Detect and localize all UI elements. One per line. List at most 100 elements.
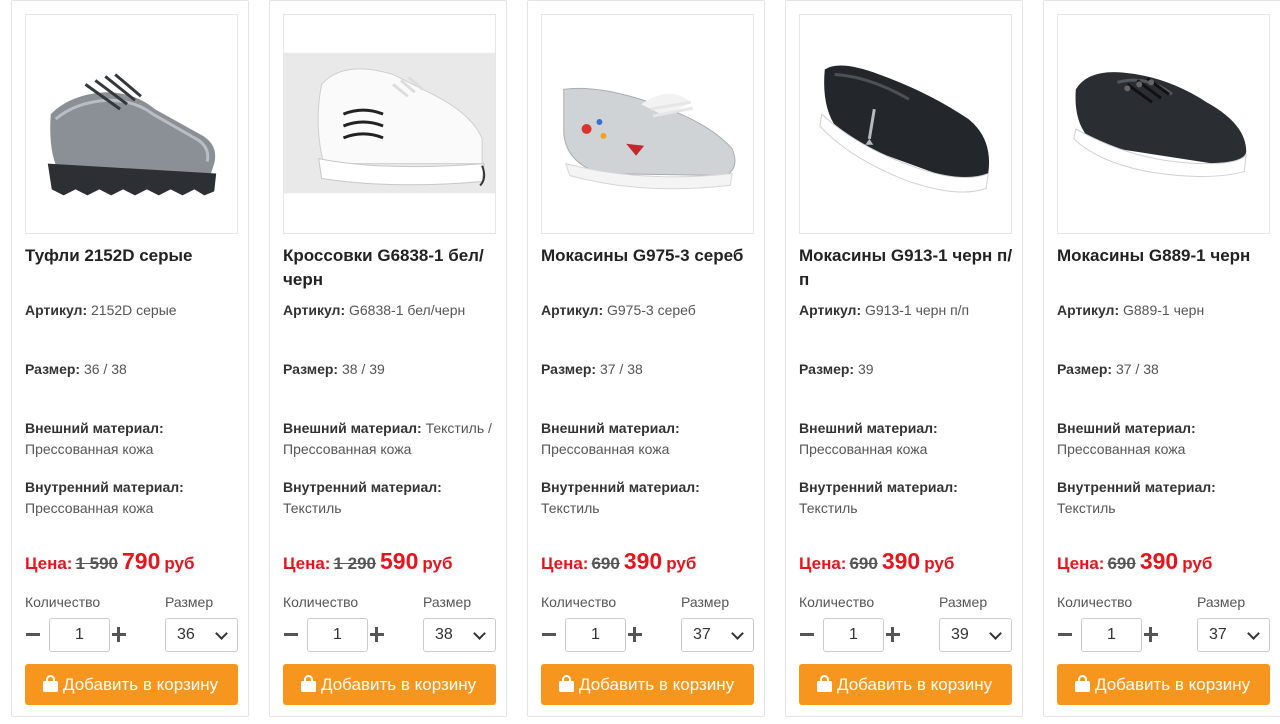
size-label: Размер: <box>283 361 339 377</box>
outer-material-label: Внешний материал: <box>283 420 422 436</box>
article-row: Артикул: G975-3 сереб <box>541 300 757 321</box>
inner-material-row: Внутренний материал: Текстиль <box>283 477 499 519</box>
product-image-link[interactable] <box>799 14 1012 234</box>
quantity-label: Количество <box>1057 594 1133 610</box>
inner-material-value: Текстиль <box>283 500 342 516</box>
size-label: Размер: <box>541 361 597 377</box>
new-price: 590 <box>380 548 419 574</box>
size-select[interactable]: 39 <box>939 618 1012 652</box>
decrease-quantity-button[interactable] <box>1057 621 1073 647</box>
size-row: Размер: 39 <box>799 359 1015 380</box>
old-price: 690 <box>1107 554 1136 573</box>
size-select-value: 38 <box>435 626 453 643</box>
product-title[interactable]: Кроссовки G6838-1 бел/черн <box>283 244 498 292</box>
currency: руб <box>422 554 453 573</box>
shopping-bag-icon <box>1075 675 1090 692</box>
quantity-input[interactable]: 1 <box>1081 618 1142 652</box>
product-title[interactable]: Мокасины G975-3 сереб <box>541 244 756 268</box>
inner-material-label: Внутренний материал: <box>799 479 958 495</box>
add-to-cart-button[interactable]: Добавить в корзину <box>799 664 1012 705</box>
black-lace-up-moccasin-image <box>1073 72 1247 177</box>
chevron-down-icon <box>989 627 1002 640</box>
price: Цена: 690 390 руб <box>1057 548 1212 575</box>
add-to-cart-label: Добавить в корзину <box>837 675 993 694</box>
size-select-label: Размер <box>681 594 730 610</box>
quantity-input[interactable]: 1 <box>49 618 110 652</box>
old-price: 690 <box>849 554 878 573</box>
shopping-bag-icon <box>301 675 316 692</box>
old-price: 690 <box>591 554 620 573</box>
decrease-quantity-button[interactable] <box>283 621 299 647</box>
size-select[interactable]: 37 <box>1197 618 1270 652</box>
size-select-value: 37 <box>1209 626 1227 643</box>
inner-material-row: Внутренний материал: Текстиль <box>799 477 1015 519</box>
size-select-value: 39 <box>951 626 969 643</box>
increase-quantity-button[interactable] <box>1143 621 1159 647</box>
product-card: Мокасины G913-1 черн п/п Артикул: G913-1… <box>785 0 1023 717</box>
article-value: G6838-1 бел/черн <box>349 302 466 318</box>
add-to-cart-label: Добавить в корзину <box>1095 675 1251 694</box>
chevron-down-icon <box>473 627 486 640</box>
size-select[interactable]: 37 <box>681 618 754 652</box>
product-image-link[interactable] <box>1057 14 1270 234</box>
new-price: 390 <box>881 548 921 574</box>
decrease-quantity-button[interactable] <box>25 621 41 647</box>
article-row: Артикул: G889-1 черн <box>1057 300 1273 321</box>
increase-quantity-button[interactable] <box>111 621 127 647</box>
price: Цена: 1 590 790 руб <box>25 548 195 575</box>
decrease-quantity-button[interactable] <box>799 621 815 647</box>
outer-material-row: Внешний материал: Прессованная кожа <box>799 418 1015 460</box>
size-select[interactable]: 38 <box>423 618 496 652</box>
product-title[interactable]: Мокасины G889-1 черн <box>1057 244 1272 268</box>
grey-platform-lace-up-shoe-image <box>47 73 217 196</box>
increase-quantity-button[interactable] <box>885 621 901 647</box>
quantity-input[interactable]: 1 <box>307 618 368 652</box>
decrease-quantity-button[interactable] <box>541 621 557 647</box>
quantity-label: Количество <box>283 594 359 610</box>
silver-embroidered-moccasin-image <box>563 87 736 190</box>
product-card: Мокасины G889-1 черн Артикул: G889-1 чер… <box>1043 0 1280 717</box>
increase-quantity-button[interactable] <box>627 621 643 647</box>
outer-material-label: Внешний материал: <box>799 420 938 436</box>
product-title[interactable]: Мокасины G913-1 черн п/п <box>799 244 1014 292</box>
article-label: Артикул: <box>1057 302 1120 318</box>
size-row: Размер: 36 / 38 <box>25 359 241 380</box>
quantity-input[interactable]: 1 <box>823 618 884 652</box>
size-value: 39 <box>857 361 874 377</box>
inner-material-row: Внутренний материал: Прессованная кожа <box>25 477 241 519</box>
inner-material-row: Внутренний материал: Текстиль <box>1057 477 1273 519</box>
add-to-cart-button[interactable]: Добавить в корзину <box>541 664 754 705</box>
product-title[interactable]: Туфли 2152D серые <box>25 244 240 268</box>
outer-material-row: Внешний материал: Прессованная кожа <box>1057 418 1273 460</box>
inner-material-value: Текстиль <box>799 500 858 516</box>
white-sneaker-image <box>284 52 495 194</box>
quantity-label: Количество <box>25 594 101 610</box>
article-label: Артикул: <box>25 302 88 318</box>
inner-material-label: Внутренний материал: <box>283 479 442 495</box>
outer-material-label: Внешний материал: <box>25 420 164 436</box>
article-label: Артикул: <box>541 302 604 318</box>
increase-quantity-button[interactable] <box>369 621 385 647</box>
product-image-link[interactable] <box>25 14 238 234</box>
article-row: Артикул: G6838-1 бел/черн <box>283 300 499 321</box>
price-label: Цена: <box>283 554 331 573</box>
size-select-value: 37 <box>693 626 711 643</box>
black-slip-on-moccasin-image <box>819 65 990 193</box>
product-image-link[interactable] <box>541 14 754 234</box>
old-price: 1 590 <box>75 554 119 573</box>
chevron-down-icon <box>1247 627 1260 640</box>
quantity-input[interactable]: 1 <box>565 618 626 652</box>
inner-material-value: Прессованная кожа <box>25 500 154 516</box>
size-label: Размер: <box>25 361 81 377</box>
price: Цена: 690 390 руб <box>541 548 696 575</box>
size-select[interactable]: 36 <box>165 618 238 652</box>
inner-material-value: Текстиль <box>1057 500 1116 516</box>
inner-material-label: Внутренний материал: <box>541 479 700 495</box>
product-image-link[interactable] <box>283 14 496 234</box>
add-to-cart-button[interactable]: Добавить в корзину <box>1057 664 1270 705</box>
size-value: 38 / 39 <box>341 361 385 377</box>
shopping-bag-icon <box>559 675 574 692</box>
add-to-cart-button[interactable]: Добавить в корзину <box>283 664 496 705</box>
add-to-cart-button[interactable]: Добавить в корзину <box>25 664 238 705</box>
size-select-label: Размер <box>423 594 472 610</box>
